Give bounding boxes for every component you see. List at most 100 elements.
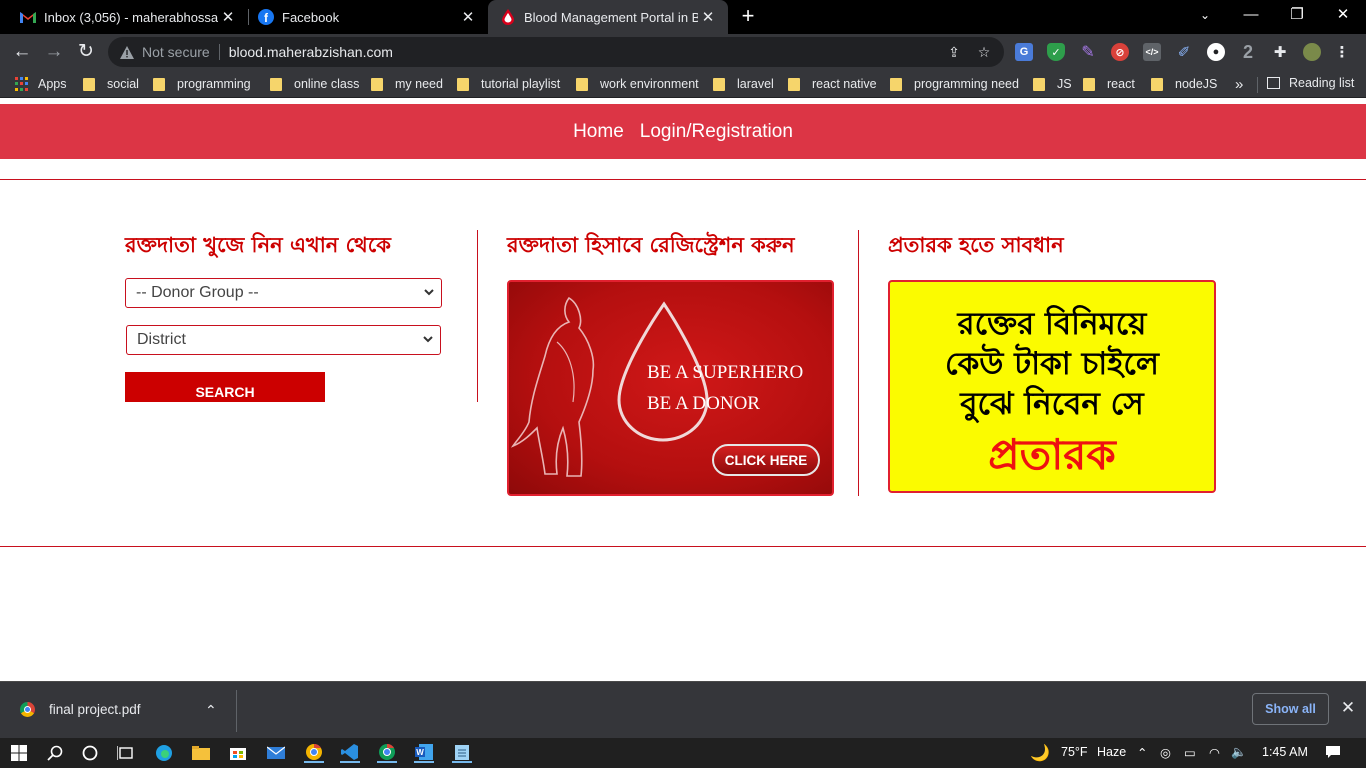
- notifications-icon[interactable]: [1325, 745, 1341, 762]
- notepad-icon[interactable]: [452, 743, 472, 763]
- nav-login-registration-link[interactable]: Login/Registration: [640, 121, 793, 143]
- search-button[interactable]: SEARCH: [125, 372, 325, 402]
- folder-icon: [1033, 77, 1045, 91]
- google-translate-icon[interactable]: G: [1015, 43, 1033, 61]
- show-all-button[interactable]: Show all: [1252, 693, 1329, 725]
- share-icon[interactable]: ⇪: [946, 44, 962, 60]
- tab-search-icon[interactable]: ⌄: [1182, 0, 1228, 30]
- wifi-icon[interactable]: ◠: [1209, 745, 1220, 760]
- cortana-icon[interactable]: [80, 743, 100, 763]
- minimize-button[interactable]: —: [1228, 0, 1274, 30]
- reload-button[interactable]: ↻: [73, 39, 99, 65]
- volume-icon[interactable]: 🔈: [1231, 745, 1247, 760]
- bookmark-label: Apps: [38, 77, 67, 91]
- eyedropper-icon[interactable]: ✐: [1175, 43, 1193, 61]
- temperature[interactable]: 75°F: [1061, 745, 1088, 759]
- task-view-icon[interactable]: [116, 743, 136, 763]
- bookmark-folder-social[interactable]: social: [83, 76, 139, 92]
- blocker-extension-icon[interactable]: ⊘: [1111, 43, 1129, 61]
- district-select[interactable]: District: [126, 325, 441, 355]
- bookmark-folder-my-need[interactable]: my need: [371, 76, 443, 92]
- battery-icon[interactable]: ▭: [1184, 745, 1196, 760]
- chevron-up-tray-icon[interactable]: ⌃: [1137, 745, 1147, 760]
- chrome-taskbar-icon[interactable]: [304, 743, 324, 763]
- download-divider: [236, 690, 237, 732]
- chrome-icon: [20, 702, 35, 717]
- bookmark-label: my need: [395, 77, 443, 91]
- forward-button[interactable]: →: [41, 39, 67, 65]
- mail-icon[interactable]: [266, 743, 286, 763]
- chevron-up-icon[interactable]: ⌃: [205, 702, 217, 719]
- bookmark-label: JS: [1057, 77, 1072, 91]
- url-text[interactable]: blood.maherabzishan.com: [229, 44, 393, 60]
- bookmark-folder-tutorial-playlist[interactable]: tutorial playlist: [457, 76, 560, 92]
- bookmarks-divider: [1257, 77, 1258, 93]
- folder-icon: [890, 77, 902, 91]
- code-extension-icon[interactable]: </>: [1143, 43, 1161, 61]
- bookmark-apps[interactable]: Apps: [15, 76, 67, 92]
- close-window-button[interactable]: ✕: [1320, 0, 1366, 30]
- tab-facebook[interactable]: f Facebook ✕: [238, 0, 488, 34]
- number-badge-extension[interactable]: 2: [1239, 42, 1257, 62]
- close-tab-icon[interactable]: ✕: [698, 8, 718, 26]
- donor-group-value: -- Donor Group --: [136, 284, 259, 301]
- tab-blood-portal[interactable]: Blood Management Portal in Ban ✕: [488, 0, 728, 34]
- vscode-icon[interactable]: [340, 743, 360, 763]
- weather-moon-icon[interactable]: 🌙: [1030, 743, 1050, 763]
- pen-extension-icon[interactable]: ✎: [1079, 43, 1097, 61]
- close-tab-icon[interactable]: ✕: [218, 8, 238, 26]
- weather-condition[interactable]: Haze: [1097, 745, 1126, 759]
- bookmark-folder-nodejs[interactable]: nodeJS: [1151, 76, 1217, 92]
- nav-home-link[interactable]: Home: [573, 121, 624, 143]
- address-bar[interactable]: Not secure blood.maherabzishan.com ⇪ ☆: [108, 37, 1004, 67]
- bookmark-folder-programming-need[interactable]: programming need: [890, 76, 1019, 92]
- meet-now-icon[interactable]: ◎: [1160, 745, 1171, 760]
- bookmarks-bar: Apps social programming online class my …: [0, 70, 1366, 98]
- back-button[interactable]: ←: [9, 39, 35, 65]
- be-a-donor-banner[interactable]: BE A SUPERHERO BE A DONOR CLICK HERE: [507, 280, 834, 496]
- security-label[interactable]: Not secure: [142, 44, 210, 60]
- menu-kebab-icon[interactable]: ⋮: [1333, 43, 1351, 61]
- close-tab-icon[interactable]: ✕: [458, 8, 478, 26]
- folder-icon: [153, 77, 165, 91]
- bookmark-folder-online-class[interactable]: online class: [270, 76, 359, 92]
- circle-extension-icon[interactable]: ●: [1207, 43, 1225, 61]
- shield-icon[interactable]: ✓: [1047, 43, 1065, 61]
- district-value: District: [137, 331, 186, 348]
- bookmark-folder-programming[interactable]: programming: [153, 76, 251, 92]
- bookmark-label: online class: [294, 77, 360, 91]
- close-download-bar-icon[interactable]: ✕: [1338, 698, 1358, 718]
- top-divider: [0, 179, 1366, 180]
- edge-icon[interactable]: [154, 743, 174, 763]
- column-divider: [858, 230, 859, 496]
- bookmark-folder-laravel[interactable]: laravel: [713, 76, 774, 92]
- new-tab-button[interactable]: +: [736, 5, 760, 29]
- warning-triangle-icon[interactable]: [120, 45, 134, 59]
- bookmark-folder-work-environment[interactable]: work environment: [576, 76, 699, 92]
- puzzle-extensions-icon[interactable]: ✚: [1271, 43, 1289, 61]
- chrome-profile-taskbar-icon[interactable]: [377, 743, 397, 763]
- bookmark-star-icon[interactable]: ☆: [976, 44, 992, 60]
- tab-gmail[interactable]: Inbox (3,056) - maherabhossain1 ✕: [0, 0, 248, 34]
- click-here-button[interactable]: CLICK HERE: [712, 444, 820, 476]
- folder-icon: [371, 77, 383, 91]
- browser-toolbar: ← → ↻ Not secure blood.maherabzishan.com…: [0, 34, 1366, 70]
- store-icon[interactable]: [228, 743, 248, 763]
- column-divider: [477, 230, 478, 402]
- restore-button[interactable]: ❐: [1274, 0, 1320, 30]
- donor-group-select[interactable]: -- Donor Group --: [125, 278, 442, 308]
- bookmark-folder-react[interactable]: react: [1083, 76, 1135, 92]
- file-explorer-icon[interactable]: [191, 743, 211, 763]
- windows-start-icon[interactable]: [9, 743, 29, 763]
- reading-list-button[interactable]: Reading list: [1267, 76, 1354, 90]
- search-icon[interactable]: [45, 743, 65, 763]
- warning-section-title: প্রতারক হতে সাবধান: [888, 233, 1064, 257]
- download-item[interactable]: final project.pdf: [20, 702, 141, 717]
- word-icon[interactable]: W: [414, 743, 434, 763]
- bookmark-folder-react-native[interactable]: react native: [788, 76, 877, 92]
- bookmark-folder-js[interactable]: JS: [1033, 76, 1072, 92]
- banner-donor-text: BE A DONOR: [647, 393, 760, 414]
- profile-avatar[interactable]: [1303, 43, 1321, 61]
- bookmarks-overflow-chevron-icon[interactable]: »: [1235, 76, 1243, 93]
- clock-time[interactable]: 1:45 AM: [1262, 745, 1308, 759]
